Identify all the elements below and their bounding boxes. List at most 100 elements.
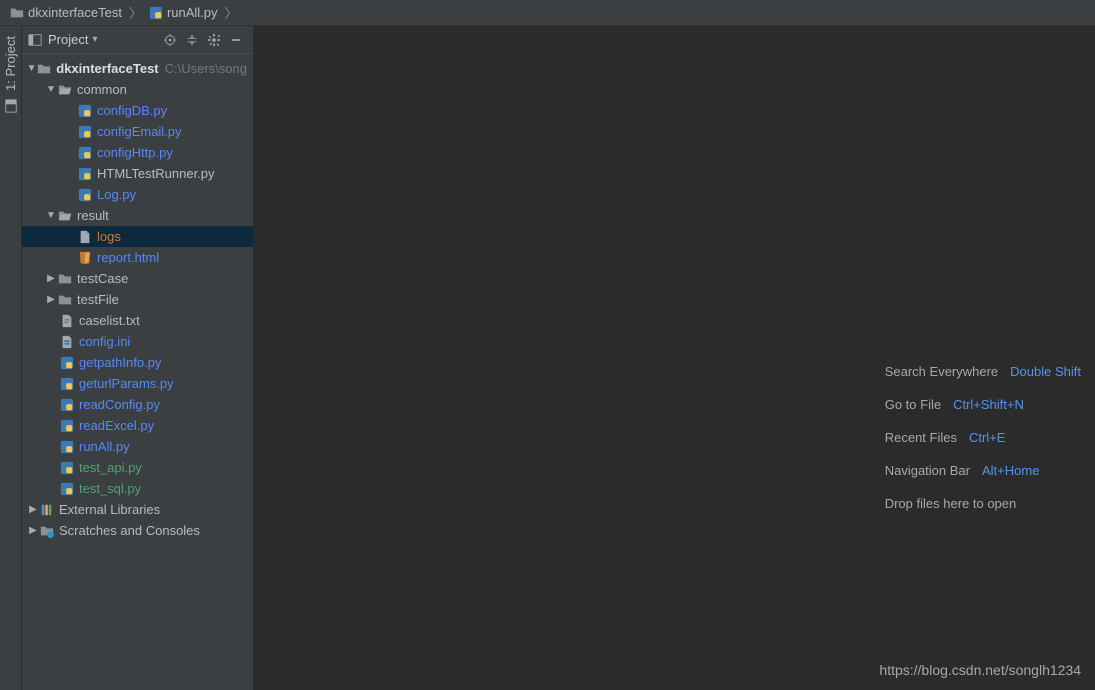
ini-file-icon (60, 335, 74, 349)
python-icon (60, 482, 74, 496)
tree-label: Log.py (97, 187, 136, 202)
folder-icon (58, 83, 72, 97)
tree-file[interactable]: config.ini (22, 331, 253, 352)
tool-window-bar-left: 1: Project (0, 26, 22, 690)
tree-file-logs[interactable]: logs (22, 226, 253, 247)
tree-file[interactable]: readExcel.py (22, 415, 253, 436)
tree-file[interactable]: configEmail.py (22, 121, 253, 142)
breadcrumb-project[interactable]: dkxinterfaceTest (6, 5, 126, 20)
tree-folder-testcase[interactable]: ▶ testCase (22, 268, 253, 289)
tree-label: configEmail.py (97, 124, 182, 139)
tree-root-path: C:\Users\song (165, 61, 247, 76)
tree-file[interactable]: HTMLTestRunner.py (22, 163, 253, 184)
tree-scratches[interactable]: ▶ Scratches and Consoles (22, 520, 253, 541)
tree-file[interactable]: readConfig.py (22, 394, 253, 415)
python-icon (60, 356, 74, 370)
hint-shortcut: Double Shift (1010, 364, 1081, 379)
tree-folder-common[interactable]: ▼ common (22, 79, 253, 100)
chevron-down-icon[interactable]: ▼ (44, 210, 58, 221)
tree-label: test_sql.py (79, 481, 141, 496)
chevron-right-icon[interactable]: ▶ (44, 273, 58, 284)
folder-icon (37, 62, 51, 76)
tree-file[interactable]: caselist.txt (22, 310, 253, 331)
html-icon (78, 251, 92, 265)
hint-label: Recent Files (885, 430, 957, 445)
tree-label: report.html (97, 250, 159, 265)
project-panel-title[interactable]: Project (48, 32, 88, 47)
python-icon (60, 377, 74, 391)
python-icon (60, 419, 74, 433)
tree-label: configHttp.py (97, 145, 173, 160)
tree-label: result (77, 208, 109, 223)
chevron-right-icon[interactable]: ▶ (26, 525, 40, 536)
tree-file[interactable]: geturlParams.py (22, 373, 253, 394)
tree-label: getpathInfo.py (79, 355, 161, 370)
tree-file[interactable]: test_api.py (22, 457, 253, 478)
watermark-text: https://blog.csdn.net/songlh1234 (879, 662, 1081, 678)
tree-file[interactable]: test_sql.py (22, 478, 253, 499)
target-icon (163, 33, 177, 47)
panel-icon (28, 33, 42, 47)
tree-label: geturlParams.py (79, 376, 174, 391)
tree-root-label: dkxinterfaceTest (56, 61, 158, 76)
hint-label: Go to File (885, 397, 941, 412)
chevron-right-icon: 〉 (224, 3, 239, 22)
hide-button[interactable] (225, 29, 247, 51)
python-icon (149, 6, 163, 20)
hint-label: Search Everywhere (885, 364, 998, 379)
tree-label: test_api.py (79, 460, 142, 475)
tool-tab-project[interactable]: 1: Project (3, 36, 18, 91)
project-tree[interactable]: ▼ dkxinterfaceTest C:\Users\song ▼ commo… (22, 54, 253, 690)
tree-root[interactable]: ▼ dkxinterfaceTest C:\Users\song (22, 58, 253, 79)
library-icon (40, 503, 54, 517)
hint-drop-files: Drop files here to open (885, 496, 1017, 511)
hint-label: Drop files here to open (885, 496, 1017, 511)
breadcrumb: dkxinterfaceTest 〉 runAll.py 〉 (0, 0, 1095, 26)
hint-goto-file: Go to File Ctrl+Shift+N (885, 397, 1024, 412)
tree-file[interactable]: configHttp.py (22, 142, 253, 163)
python-icon (60, 440, 74, 454)
project-panel-header: Project ▾ (22, 26, 253, 54)
folder-icon (58, 293, 72, 307)
python-icon (78, 167, 92, 181)
python-icon (60, 398, 74, 412)
python-icon (78, 104, 92, 118)
file-icon (78, 230, 92, 244)
chevron-right-icon[interactable]: ▶ (26, 504, 40, 515)
settings-button[interactable] (203, 29, 225, 51)
tree-label: Scratches and Consoles (59, 523, 200, 538)
breadcrumb-file[interactable]: runAll.py (145, 5, 222, 20)
tree-file[interactable]: runAll.py (22, 436, 253, 457)
chevron-down-icon[interactable]: ▼ (26, 63, 37, 74)
tree-file[interactable]: getpathInfo.py (22, 352, 253, 373)
python-icon (60, 461, 74, 475)
tree-label: logs (97, 229, 121, 244)
collapse-all-button[interactable] (181, 29, 203, 51)
folder-icon (58, 272, 72, 286)
project-tool-window: Project ▾ ▼ dkxinterfaceTest C:\Users\so… (22, 26, 254, 690)
tree-label: External Libraries (59, 502, 160, 517)
tree-file[interactable]: Log.py (22, 184, 253, 205)
breadcrumb-file-label: runAll.py (167, 5, 218, 20)
tree-folder-result[interactable]: ▼ result (22, 205, 253, 226)
breadcrumb-project-label: dkxinterfaceTest (28, 5, 122, 20)
panel-icon (4, 99, 18, 113)
tree-external-libraries[interactable]: ▶ External Libraries (22, 499, 253, 520)
tree-file[interactable]: report.html (22, 247, 253, 268)
chevron-down-icon[interactable]: ▾ (92, 34, 97, 45)
hint-recent-files: Recent Files Ctrl+E (885, 430, 1006, 445)
hint-shortcut: Ctrl+Shift+N (953, 397, 1024, 412)
python-icon (78, 188, 92, 202)
chevron-down-icon[interactable]: ▼ (44, 84, 58, 95)
hint-shortcut: Alt+Home (982, 463, 1039, 478)
tree-folder-testfile[interactable]: ▶ testFile (22, 289, 253, 310)
scratch-icon (40, 524, 54, 538)
tree-file[interactable]: configDB.py (22, 100, 253, 121)
tree-label: testFile (77, 292, 119, 307)
editor-hints: Search Everywhere Double Shift Go to Fil… (885, 364, 1081, 511)
gear-icon (207, 33, 221, 47)
chevron-right-icon[interactable]: ▶ (44, 294, 58, 305)
locate-button[interactable] (159, 29, 181, 51)
editor-empty-state[interactable]: Search Everywhere Double Shift Go to Fil… (254, 26, 1095, 690)
hint-search-everywhere: Search Everywhere Double Shift (885, 364, 1081, 379)
